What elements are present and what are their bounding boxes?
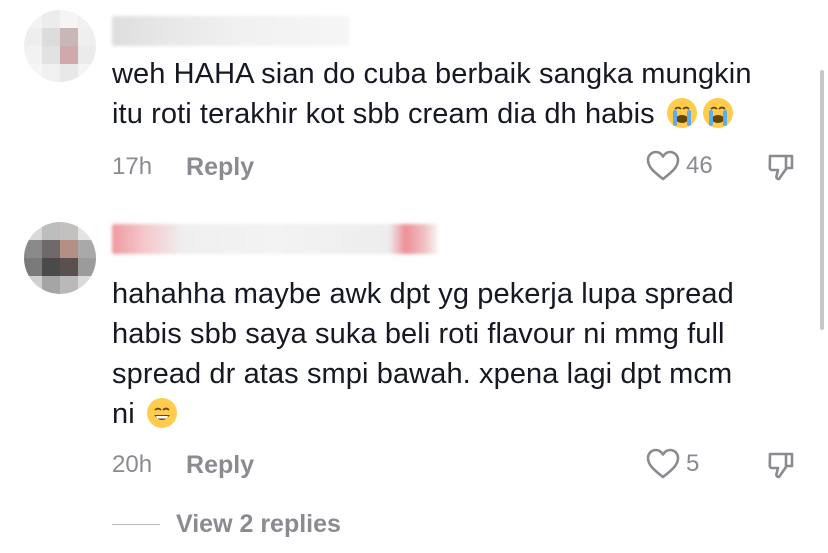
reply-button[interactable]: Reply — [186, 451, 254, 480]
view-replies-button[interactable]: View 2 replies — [112, 510, 341, 539]
dislike-button[interactable] — [766, 152, 796, 187]
username-redacted[interactable] — [112, 16, 350, 46]
like-count: 5 — [686, 450, 700, 477]
comment-meta: 17h Reply — [112, 152, 254, 182]
comment-timestamp: 20h — [112, 451, 153, 478]
comment-body: hahahha maybe awk dpt yg pekerja lupa sp… — [112, 278, 734, 430]
thumbs-down-icon — [768, 154, 794, 181]
reply-button[interactable]: Reply — [186, 153, 254, 182]
like-button[interactable]: 46 — [646, 150, 713, 182]
like-button[interactable]: 5 — [646, 448, 699, 480]
username-redacted[interactable] — [112, 224, 438, 254]
comment-meta: 20h Reply — [112, 450, 254, 480]
loudly-crying-face-icon — [666, 98, 697, 128]
comment-text: hahahha maybe awk dpt yg pekerja lupa sp… — [112, 274, 802, 434]
grinning-face-with-smiling-eyes-icon — [146, 398, 177, 428]
view-replies-label: View 2 replies — [176, 510, 341, 538]
heart-outline-icon — [646, 150, 680, 181]
comment-body: weh HAHA sian do cuba berbaik sangka mun… — [112, 58, 752, 130]
like-count: 46 — [686, 152, 713, 179]
dislike-button[interactable] — [766, 450, 796, 485]
heart-outline-icon — [646, 448, 680, 479]
avatar[interactable] — [24, 222, 96, 294]
loudly-crying-face-icon — [702, 98, 733, 128]
avatar[interactable] — [24, 10, 96, 82]
divider-line — [112, 524, 160, 525]
comment-text: weh HAHA sian do cuba berbaik sangka mun… — [112, 54, 802, 134]
scrollbar[interactable] — [820, 70, 824, 330]
thumbs-down-icon — [768, 452, 794, 479]
comment-timestamp: 17h — [112, 153, 153, 180]
